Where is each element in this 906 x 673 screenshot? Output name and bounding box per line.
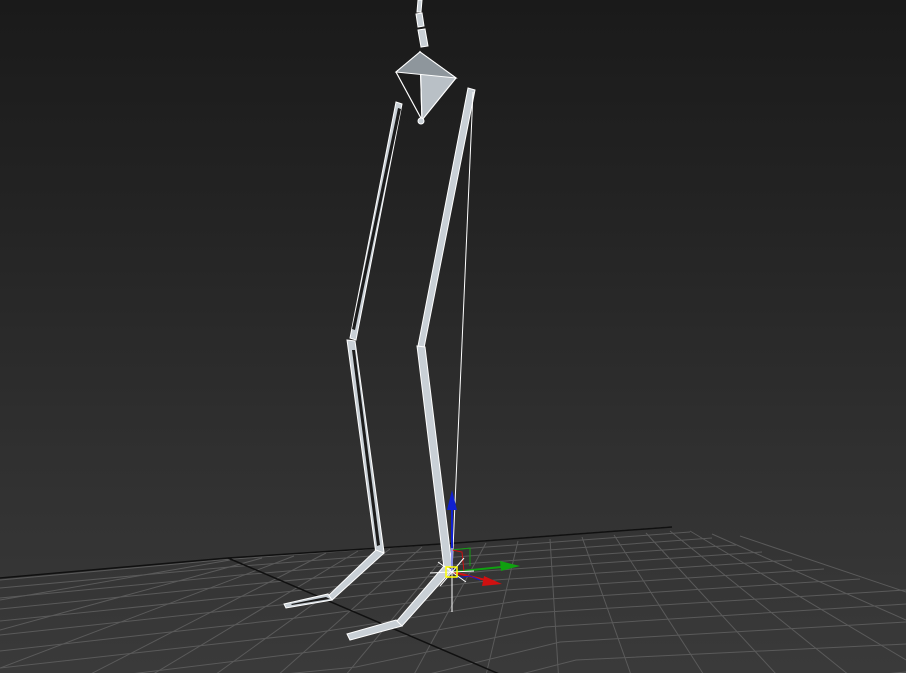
grid-world-axes	[0, 526, 673, 673]
viewport-scene[interactable]	[0, 0, 906, 673]
gizmo-x-arrow-icon[interactable]	[482, 576, 502, 586]
spine-bone-upper[interactable]	[415, 12, 425, 28]
perspective-viewport[interactable]	[0, 0, 906, 673]
right-toe-bone[interactable]	[346, 619, 403, 641]
right-thigh-bone[interactable]	[417, 87, 476, 349]
right-foot-bone[interactable]	[395, 565, 453, 627]
left-thigh-shadow	[352, 108, 401, 330]
left-calf-shadow	[352, 350, 380, 546]
pelvis-bone[interactable]	[394, 50, 458, 125]
right-calf-bone[interactable]	[416, 345, 453, 569]
bone-skeleton[interactable]	[283, 0, 476, 641]
spine-bone-top[interactable]	[416, 0, 423, 13]
spine-bone-lower[interactable]	[417, 28, 429, 48]
gizmo-plane-handle-xz[interactable]	[451, 549, 465, 573]
